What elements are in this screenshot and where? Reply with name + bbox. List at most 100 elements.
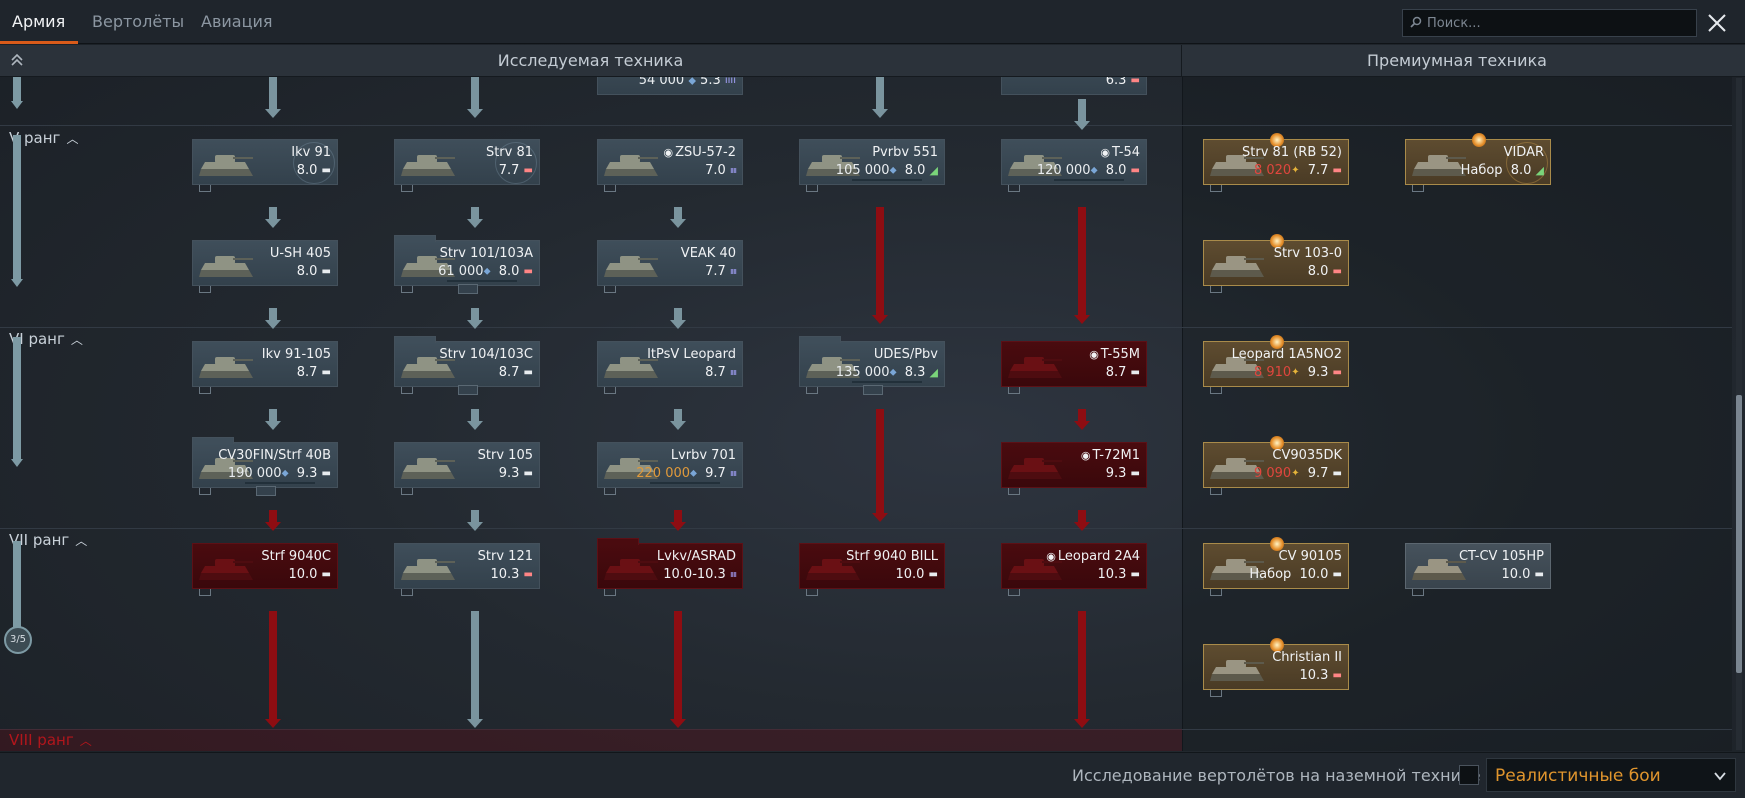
vehicle-stats: 7.0 ıııı: [701, 163, 737, 178]
vehicle-card[interactable]: ◉ T-55M 8.7 ▬: [1001, 341, 1147, 394]
battle-rating: 10.3: [490, 567, 520, 582]
vehicle-stats: 10.0-10.3 ıııı: [659, 567, 737, 582]
scrollbar-thumb[interactable]: [1736, 395, 1742, 673]
vehicle-card[interactable]: Lvkv/ASRAD 10.0-10.3 ıııı: [597, 538, 743, 596]
vehicle-stats: 61 000⬥ 8.0 ▬: [438, 264, 533, 279]
premium-vehicle-card[interactable]: CV9035DK 9 090✦ 9.7 ▬: [1203, 436, 1349, 495]
vehicle-stats: 120 000⬥ 8.0 ▬: [1037, 163, 1140, 178]
vehicle-name: Lvrbv 701: [670, 448, 736, 463]
premium-vehicle-card[interactable]: Strv 81 (RB 52) 8 020✦ 7.7 ▬: [1203, 133, 1349, 192]
rank-label-viii[interactable]: VIII ранг ︿: [9, 731, 92, 749]
vehicle-card[interactable]: Strv 101/103A 61 000⬥ 8.0 ▬: [394, 235, 540, 294]
aa-class-icon: ıııı: [729, 367, 737, 378]
vehicle-card[interactable]: Strv 105 9.3 ▬: [394, 442, 540, 495]
tab-helicopters[interactable]: Вертолёты: [92, 0, 184, 44]
premium-vehicle-card[interactable]: Christian II 10.3 ▬: [1203, 638, 1349, 697]
connector: [1078, 611, 1086, 721]
slot-tab: [199, 387, 211, 394]
tank-class-icon: ▬: [1130, 77, 1140, 86]
vehicle-card[interactable]: Strv 121 10.3 ▬: [394, 543, 540, 596]
group-expand-tab[interactable]: [256, 486, 276, 496]
connector-arrow: [467, 421, 483, 430]
tank-icon: [401, 155, 455, 176]
battle-rating: 9.7: [1307, 466, 1329, 481]
vehicle-name: CT-CV 105HP: [1458, 549, 1544, 564]
vehicle-card[interactable]: U-SH 405 8.0 ▬: [192, 240, 338, 293]
vehicle-stats: 220 000⬥ 9.7 ıııı: [636, 466, 737, 481]
tank-class-icon: ▬: [1332, 165, 1342, 176]
vehicle-card[interactable]: Pvrbv 551 105 000⬥ 8.0 ◢: [799, 139, 945, 192]
vehicle-stats: 7.7 ▬: [495, 163, 533, 178]
vehicle-stats: 105 000⬥ 8.0 ◢: [836, 163, 938, 178]
slot-tab: [199, 286, 211, 293]
slot-tab: [1210, 286, 1222, 293]
tank-destroyer-class-icon: ◢: [929, 366, 938, 379]
connector-arrow: [265, 522, 281, 531]
search-input[interactable]: [1427, 10, 1692, 36]
vehicle-card[interactable]: ItPsV Leopard 8.7 ıııı: [597, 341, 743, 394]
group-expand-tab[interactable]: [458, 385, 478, 395]
top-bar: Армия Вертолёты Авиация: [0, 0, 1745, 44]
vehicle-stats: 8.0 ▬: [293, 264, 331, 279]
vehicle-name: Ikv 91-105: [261, 347, 331, 362]
research-points: 120 000: [1036, 163, 1091, 178]
premium-vehicle-card[interactable]: Leopard 1A5NO2 8 910✦ 9.3 ▬: [1203, 335, 1349, 394]
connector-arrow: [1074, 121, 1090, 130]
premium-vehicle-card[interactable]: CV 90105 Набор 10.0 ▬: [1203, 537, 1349, 596]
vehicle-card[interactable]: ◉ T-54 120 000⬥ 8.0 ▬: [1001, 139, 1147, 192]
vehicle-card[interactable]: ◉ T-72M1 9.3 ▬: [1001, 442, 1147, 495]
helicopter-research-checkbox[interactable]: [1459, 765, 1479, 785]
vehicle-card[interactable]: VEAK 40 7.7 ıııı: [597, 240, 743, 293]
tank-icon: [1210, 660, 1264, 681]
premium-vehicle-card[interactable]: Strv 103-0 8.0 ▬: [1203, 234, 1349, 293]
vehicle-stats: 6.3 ▬: [1102, 77, 1140, 88]
group-expand-tab[interactable]: [458, 284, 478, 294]
game-mode-select[interactable]: Реалистичные бои: [1486, 758, 1736, 792]
tank-class-icon: ▬: [1130, 165, 1140, 176]
vehicle-stats: 10.3 ▬: [1093, 567, 1140, 582]
tank-class-icon: ▬: [321, 266, 331, 277]
vehicle-stats: 135 000⬥ 8.3 ◢: [836, 365, 938, 380]
group-expand-tab[interactable]: [863, 385, 883, 395]
vehicle-name: Strv 101/103A: [439, 246, 533, 261]
slot-tab: [604, 286, 616, 293]
vehicle-card[interactable]: ◉ ZSU-57-2 7.0 ıııı: [597, 139, 743, 192]
vehicle-card[interactable]: Strv 104/103C 8.7 ▬: [394, 336, 540, 395]
tank-icon: [604, 559, 658, 580]
chevron-down-icon: [1714, 772, 1726, 781]
slot-tab: [806, 589, 818, 596]
tank-class-icon: ▬: [1332, 670, 1342, 681]
vehicle-name: VIDAR: [1503, 145, 1544, 160]
vehicle-card[interactable]: CV30FIN/Strf 40B 190 000⬥ 9.3 ▬: [192, 437, 338, 496]
vehicle-stats: Набор 10.0 ▬: [1249, 567, 1342, 582]
target-icon: ◉: [1100, 146, 1111, 159]
tank-icon: [401, 458, 455, 479]
tab-army[interactable]: Армия: [12, 0, 65, 44]
tab-aviation[interactable]: Авиация: [201, 0, 273, 44]
premium-vehicle-card[interactable]: CT-CV 105HP 10.0 ▬: [1405, 543, 1551, 596]
vehicle-stats: 9.3 ▬: [495, 466, 533, 481]
vehicle-card[interactable]: Strf 9040C 10.0 ▬: [192, 543, 338, 596]
vehicle-stats: 10.0 ▬: [891, 567, 938, 582]
vehicle-card[interactable]: Strf 9040 BILL 10.0 ▬: [799, 543, 945, 596]
vehicle-card[interactable]: Ikv 91 8.0 ▬: [192, 139, 338, 192]
vehicle-card[interactable]: 54 000 ⬥ 5.3 ıııı: [597, 77, 743, 95]
connector: [1078, 207, 1086, 317]
premium-vehicle-card[interactable]: VIDAR Набор 8.0 ◢: [1405, 133, 1551, 192]
vehicle-card[interactable]: Ikv 91-105 8.7 ▬: [192, 341, 338, 394]
vehicle-card[interactable]: ◉ Leopard 2A4 10.3 ▬: [1001, 543, 1147, 596]
connector-arrow: [670, 719, 686, 728]
vehicle-card[interactable]: 6.3 ▬: [1001, 77, 1147, 95]
tank-class-icon: ▬: [1534, 569, 1544, 580]
battle-rating: 8.0: [1510, 163, 1532, 178]
connector-arrow: [670, 219, 686, 228]
target-icon: ◉: [1089, 348, 1099, 361]
vehicle-card[interactable]: Lvrbv 701 220 000⬥ 9.7 ıııı: [597, 442, 743, 495]
slot-tab: [1210, 589, 1222, 596]
connector-arrow: [1074, 315, 1090, 324]
tank-class-icon: ▬: [321, 165, 331, 176]
vehicle-card[interactable]: Strv 81 7.7 ▬: [394, 139, 540, 192]
vehicle-card[interactable]: UDES/Pbv 135 000⬥ 8.3 ◢: [799, 336, 945, 395]
close-icon[interactable]: [1700, 7, 1734, 39]
search-box[interactable]: [1402, 9, 1697, 37]
